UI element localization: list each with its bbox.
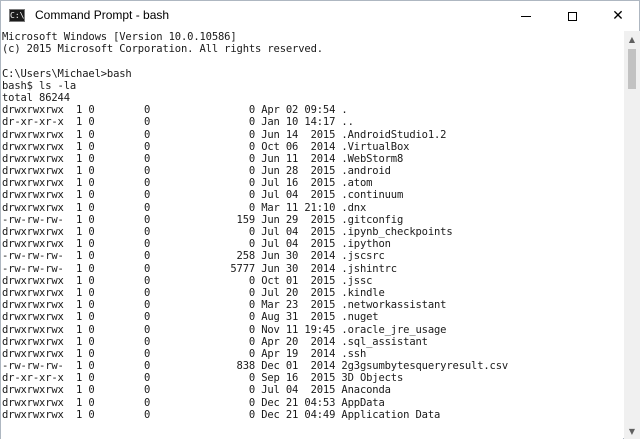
scrollbar-thumb[interactable] <box>628 49 636 89</box>
console-line: drwxrwxrwx 1 0 0 0 Apr 02 09:54 . <box>2 104 348 117</box>
command-prompt-window: C:\ Command Prompt - bash ✕ Microsoft Wi… <box>0 0 640 439</box>
console-line: drwxrwxrwx 1 0 0 0 Jul 04 2015 .ipynb_ch… <box>2 226 453 238</box>
console-line: drwxrwxrwx 1 0 0 0 Dec 21 04:53 AppData <box>2 396 385 409</box>
scroll-up-icon[interactable]: ▲ <box>624 31 640 47</box>
console-line: -rw-rw-rw- 1 0 0 838 Dec 01 2014 2g3gsum… <box>2 360 509 373</box>
console-line: -rw-rw-rw- 1 0 0 159 Jun 29 2015 .gitcon… <box>2 213 404 226</box>
console-line: drwxrwxrwx 1 0 0 0 Aug 31 2015 .nuget <box>2 311 379 324</box>
maximize-icon <box>567 11 577 21</box>
console-line: total 86244 <box>2 91 70 104</box>
console-line: (c) 2015 Microsoft Corporation. All righ… <box>2 43 323 56</box>
console-line: drwxrwxrwx 1 0 0 0 Mar 11 21:10 .dnx <box>2 201 367 214</box>
console-line: drwxrwxrwx 1 0 0 0 Jul 04 2015 .continuu… <box>2 189 404 202</box>
command-prompt-icon[interactable]: C:\ <box>9 9 25 22</box>
console-line: dr-xr-xr-x 1 0 0 0 Sep 16 2015 3D Object… <box>2 372 404 385</box>
close-icon: ✕ <box>612 8 624 24</box>
console-line: Microsoft Windows [Version 10.0.10586] <box>2 31 237 43</box>
close-button[interactable]: ✕ <box>595 1 640 31</box>
console-line: drwxrwxrwx 1 0 0 0 Jul 20 2015 .kindle <box>2 286 385 299</box>
console-line: drwxrwxrwx 1 0 0 0 Jun 14 2015 .AndroidS… <box>2 128 447 141</box>
console-line: C:\Users\Michael>bash <box>2 67 132 80</box>
console-line: drwxrwxrwx 1 0 0 0 Nov 11 19:45 .oracle_… <box>2 323 447 336</box>
maximize-button[interactable] <box>549 1 595 31</box>
minimize-button[interactable] <box>503 1 549 31</box>
console-output[interactable]: Microsoft Windows [Version 10.0.10586] (c… <box>1 31 623 439</box>
console-line: drwxrwxrwx 1 0 0 0 Mar 23 2015 .networka… <box>2 299 447 312</box>
console-line: drwxrwxrwx 1 0 0 0 Jul 04 2015 .ipython <box>2 238 391 251</box>
console-line: drwxrwxrwx 1 0 0 0 Oct 01 2015 .jssc <box>2 274 373 287</box>
console-line: drwxrwxrwx 1 0 0 0 Jul 04 2015 Anaconda <box>2 384 391 397</box>
console-line: drwxrwxrwx 1 0 0 0 Dec 21 04:49 Applicat… <box>2 408 441 421</box>
window-title: Command Prompt - bash <box>35 8 170 22</box>
console-line: drwxrwxrwx 1 0 0 0 Jun 11 2014 .WebStorm… <box>2 152 404 165</box>
console-line: drwxrwxrwx 1 0 0 0 Apr 19 2014 .ssh <box>2 347 367 360</box>
vertical-scrollbar[interactable]: ▲ ▼ <box>624 31 640 439</box>
console-line: -rw-rw-rw- 1 0 0 258 Jun 30 2014 .jscsrc <box>2 250 385 263</box>
minimize-icon <box>521 15 531 17</box>
scroll-down-icon[interactable]: ▼ <box>624 423 640 439</box>
console-line: bash$ ls -la <box>2 79 77 92</box>
console-line: drwxrwxrwx 1 0 0 0 Oct 06 2014 .VirtualB… <box>2 140 410 153</box>
console-line: -rw-rw-rw- 1 0 0 5777 Jun 30 2014 .jshin… <box>2 262 397 275</box>
console-line: drwxrwxrwx 1 0 0 0 Jun 28 2015 .android <box>2 165 391 178</box>
console-line: dr-xr-xr-x 1 0 0 0 Jan 10 14:17 .. <box>2 116 354 129</box>
console-text: Microsoft Windows [Version 10.0.10586] (c… <box>1 31 623 421</box>
console-line: drwxrwxrwx 1 0 0 0 Apr 20 2014 .sql_assi… <box>2 335 428 348</box>
console-line: drwxrwxrwx 1 0 0 0 Jul 16 2015 .atom <box>2 177 373 190</box>
title-bar[interactable]: C:\ Command Prompt - bash ✕ <box>1 1 639 31</box>
